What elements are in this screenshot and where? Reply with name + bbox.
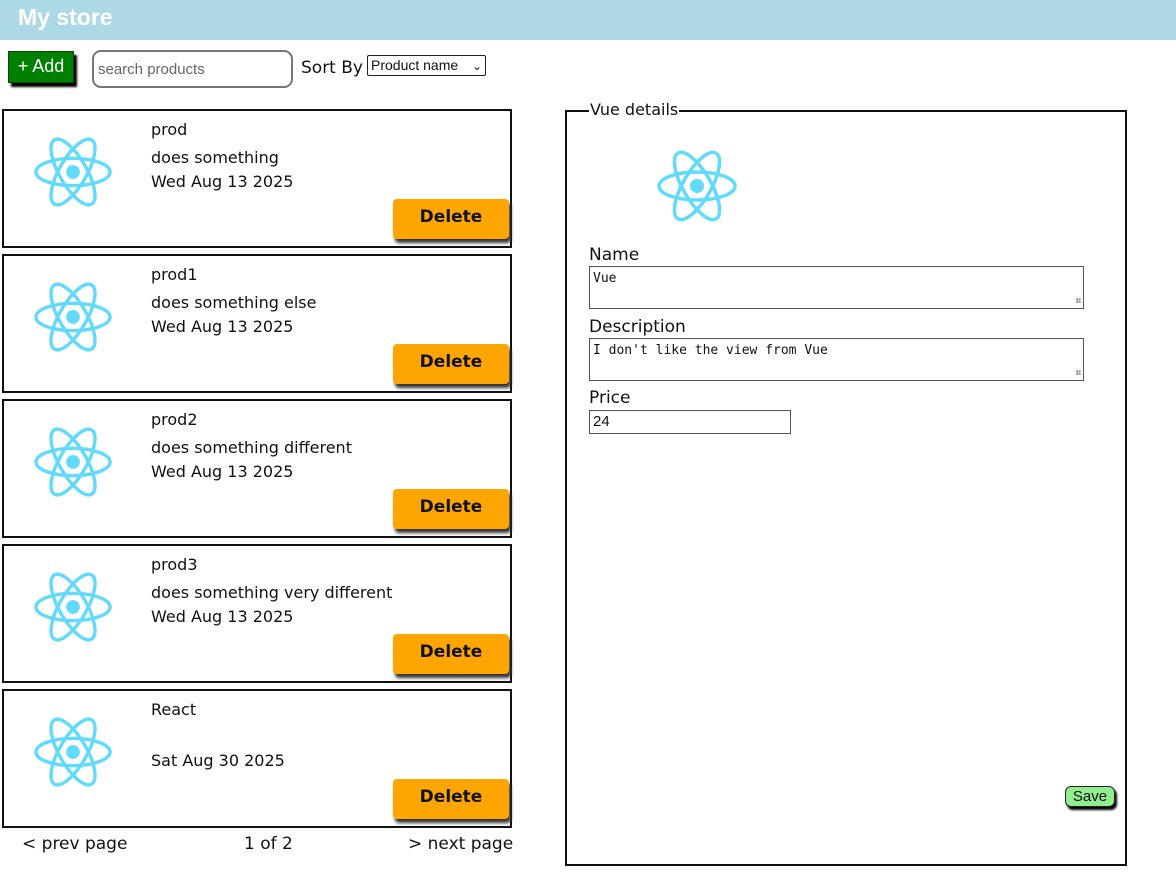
price-label: Price	[589, 388, 631, 408]
product-date: Wed Aug 13 2025	[151, 317, 294, 336]
react-atom-icon	[34, 717, 112, 787]
prev-page-link[interactable]: < prev page	[22, 834, 127, 854]
page-status: 1 of 2	[244, 834, 293, 854]
sort-select[interactable]: Product name ⌄	[367, 55, 486, 76]
product-name: React	[151, 700, 197, 719]
delete-button[interactable]: Delete	[393, 199, 509, 239]
save-button[interactable]: Save	[1065, 786, 1115, 807]
product-date: Sat Aug 30 2025	[151, 751, 285, 770]
delete-button[interactable]: Delete	[393, 779, 509, 819]
details-legend: Vue details	[589, 100, 680, 119]
name-label: Name	[589, 245, 640, 265]
product-date: Wed Aug 13 2025	[151, 462, 294, 481]
react-atom-icon	[657, 150, 737, 222]
app-title: My store	[18, 4, 113, 30]
product-card[interactable]: prod2 does something different Wed Aug 1…	[2, 399, 512, 538]
description-field[interactable]: I don't like the view from Vue ⌘	[589, 338, 1084, 381]
description-field-value: I don't like the view from Vue	[593, 343, 828, 358]
details-panel: Vue details Name Vue ⌘ Description I don…	[565, 100, 1127, 866]
react-atom-icon	[34, 282, 112, 352]
react-atom-icon	[34, 427, 112, 497]
name-field-value: Vue	[593, 271, 617, 286]
product-name: prod1	[151, 265, 198, 284]
chevron-down-icon: ⌄	[471, 59, 482, 73]
delete-button[interactable]: Delete	[393, 489, 509, 529]
app-header: My store	[0, 0, 1176, 40]
product-description: does something else	[151, 293, 317, 312]
delete-button[interactable]: Delete	[393, 634, 509, 674]
react-atom-icon	[34, 572, 112, 642]
add-product-button[interactable]: + Add	[8, 51, 74, 83]
search-input[interactable]	[92, 50, 293, 88]
price-field[interactable]: 24	[589, 410, 791, 434]
product-date: Wed Aug 13 2025	[151, 607, 294, 626]
product-name: prod3	[151, 555, 198, 574]
product-description: does something very different	[151, 583, 393, 602]
product-date: Wed Aug 13 2025	[151, 172, 294, 191]
sort-by-label: Sort By	[301, 58, 363, 78]
product-card[interactable]: prod does something Wed Aug 13 2025 Dele…	[2, 109, 512, 248]
product-card[interactable]: React Sat Aug 30 2025 Delete	[2, 689, 512, 828]
product-name: prod2	[151, 410, 198, 429]
resize-grip-icon[interactable]: ⌘	[1076, 369, 1081, 379]
product-card[interactable]: prod3 does something very different Wed …	[2, 544, 512, 683]
price-field-value: 24	[593, 413, 610, 430]
product-card[interactable]: prod1 does something else Wed Aug 13 202…	[2, 254, 512, 393]
product-name: prod	[151, 120, 188, 139]
delete-button[interactable]: Delete	[393, 344, 509, 384]
sort-selected-value: Product name	[371, 57, 459, 73]
resize-grip-icon[interactable]: ⌘	[1076, 297, 1081, 307]
description-label: Description	[589, 317, 686, 337]
react-atom-icon	[34, 137, 112, 207]
product-list: prod does something Wed Aug 13 2025 Dele…	[2, 109, 512, 834]
name-field[interactable]: Vue ⌘	[589, 266, 1084, 309]
product-description: does something	[151, 148, 279, 167]
next-page-link[interactable]: > next page	[408, 834, 513, 854]
product-description: does something different	[151, 438, 352, 457]
